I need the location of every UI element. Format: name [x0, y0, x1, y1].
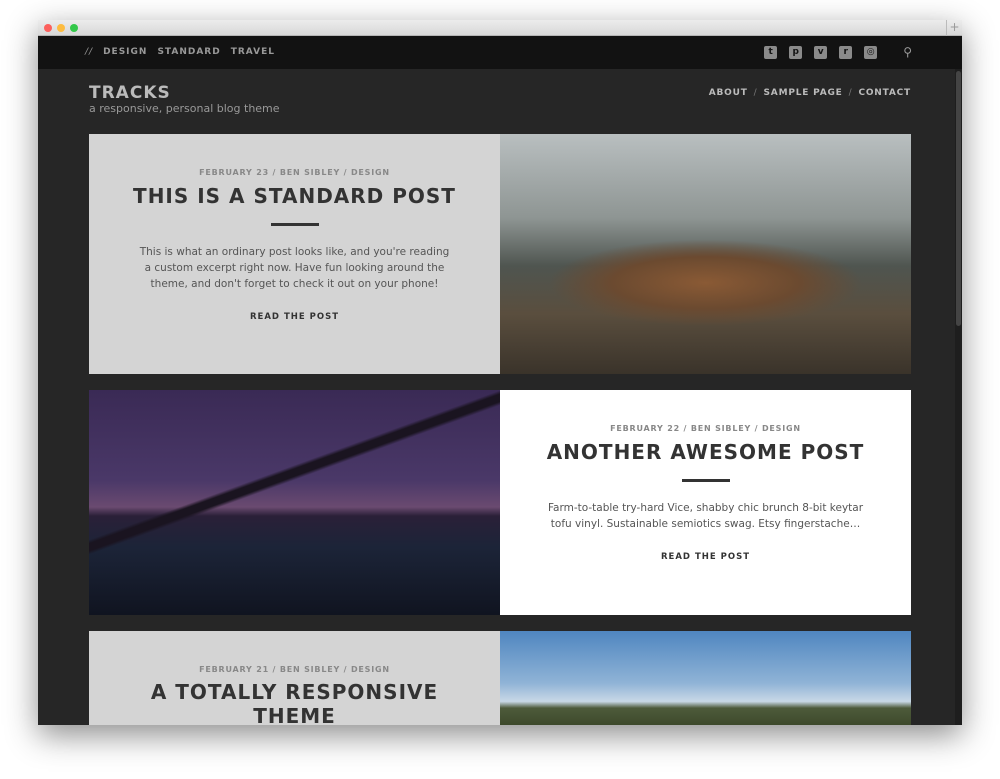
minimize-button[interactable] — [57, 24, 65, 32]
menu-separator: / — [848, 88, 853, 98]
post-card: FEBRUARY 22 / BEN SIBLEY / DESIGN ANOTHE… — [89, 390, 911, 615]
post-text: FEBRUARY 23 / BEN SIBLEY / DESIGN THIS I… — [89, 134, 500, 374]
instagram-icon[interactable]: ◎ — [864, 45, 878, 59]
menu-sample-page[interactable]: SAMPLE PAGE — [764, 88, 843, 98]
post-title[interactable]: ANOTHER AWESOME POST — [507, 439, 905, 465]
search-icon[interactable]: ⚲ — [903, 45, 912, 59]
social-icons: t p v r ◎ ⚲ — [764, 45, 912, 59]
title-divider — [681, 479, 730, 482]
twitter-icon[interactable]: t — [764, 45, 778, 59]
pinterest-icon[interactable]: p — [789, 45, 803, 59]
scrollbar-thumb[interactable] — [956, 71, 961, 326]
post-meta[interactable]: FEBRUARY 23 / BEN SIBLEY / DESIGN — [199, 168, 390, 177]
rss-icon[interactable]: r — [839, 45, 853, 59]
close-button[interactable] — [44, 24, 52, 32]
nav-design[interactable]: DESIGN — [103, 47, 147, 57]
post-title[interactable]: THIS IS A STANDARD POST — [93, 183, 496, 209]
title-bar: + — [38, 20, 962, 36]
menu-contact[interactable]: CONTACT — [858, 88, 911, 98]
browser-window: + // DESIGN STANDARD TRAVEL t p v r ◎ ⚲ … — [38, 20, 962, 725]
post-image-landscape[interactable] — [500, 631, 911, 725]
main-menu: ABOUT / SAMPLE PAGE / CONTACT — [709, 88, 911, 98]
post-card: FEBRUARY 21 / BEN SIBLEY / DESIGN A TOTA… — [89, 631, 911, 725]
post-title[interactable]: A TOTALLY RESPONSIVE THEME — [89, 680, 500, 725]
nav-standard[interactable]: STANDARD — [157, 47, 220, 57]
post-image-bridge[interactable] — [89, 390, 500, 615]
read-more-link[interactable]: READ THE POST — [250, 312, 339, 322]
post-text: FEBRUARY 21 / BEN SIBLEY / DESIGN A TOTA… — [89, 631, 500, 725]
post-meta[interactable]: FEBRUARY 21 / BEN SIBLEY / DESIGN — [199, 665, 390, 674]
title-divider — [270, 223, 319, 226]
post-image-logs[interactable] — [500, 134, 911, 374]
nav-slashes: // — [85, 47, 94, 57]
post-card: FEBRUARY 23 / BEN SIBLEY / DESIGN THIS I… — [89, 134, 911, 374]
post-text: FEBRUARY 22 / BEN SIBLEY / DESIGN ANOTHE… — [500, 390, 911, 615]
menu-separator: / — [753, 88, 758, 98]
site-tagline: a responsive, personal blog theme — [89, 102, 280, 115]
new-tab-button[interactable]: + — [946, 20, 962, 36]
vimeo-icon[interactable]: v — [814, 45, 828, 59]
read-more-link[interactable]: READ THE POST — [661, 552, 750, 562]
post-excerpt: This is what an ordinary post looks like… — [139, 246, 450, 290]
nav-travel[interactable]: TRAVEL — [231, 47, 275, 57]
category-nav: // DESIGN STANDARD TRAVEL — [85, 47, 275, 57]
site-header: TRACKS a responsive, personal blog theme… — [38, 69, 962, 133]
maximize-button[interactable] — [70, 24, 78, 32]
menu-about[interactable]: ABOUT — [709, 88, 748, 98]
top-bar: // DESIGN STANDARD TRAVEL t p v r ◎ ⚲ — [38, 36, 962, 69]
site-title[interactable]: TRACKS — [89, 83, 171, 103]
post-meta[interactable]: FEBRUARY 22 / BEN SIBLEY / DESIGN — [610, 424, 801, 433]
scrollbar[interactable] — [955, 69, 962, 725]
post-excerpt: Farm-to-table try-hard Vice, shabby chic… — [547, 502, 864, 530]
